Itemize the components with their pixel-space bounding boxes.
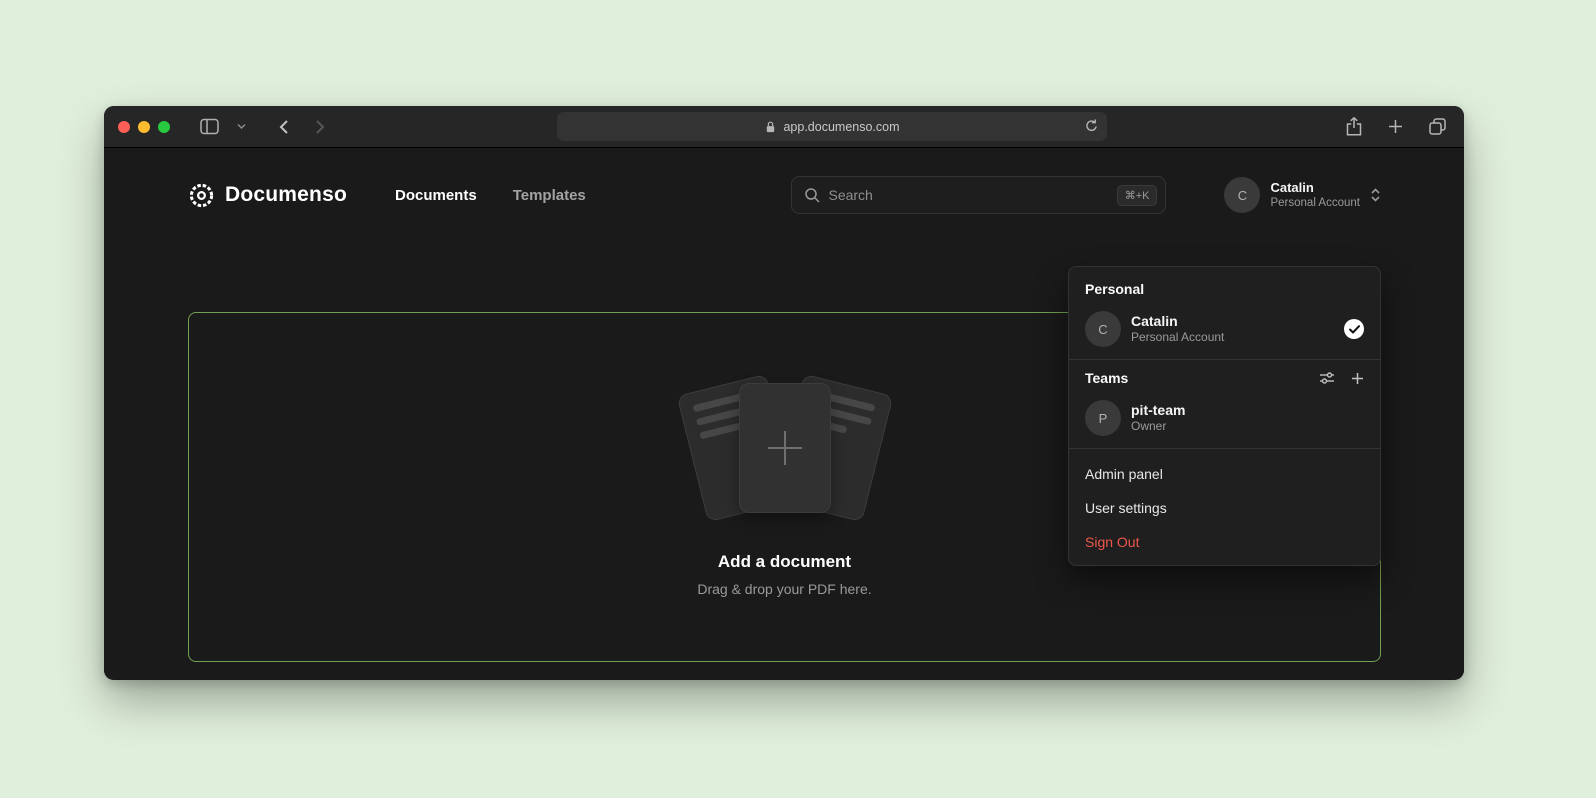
close-window-button[interactable]	[118, 121, 130, 133]
sliders-icon	[1319, 371, 1335, 385]
forward-button[interactable]	[311, 115, 330, 139]
chevron-left-icon	[278, 119, 289, 135]
tab-group-chevron-button[interactable]	[233, 119, 250, 134]
search-input[interactable]	[828, 187, 1108, 203]
tab-overview-button[interactable]	[1425, 113, 1450, 140]
chevron-up-down-icon	[1370, 187, 1381, 203]
personal-avatar: C	[1085, 311, 1121, 347]
menu-divider	[1069, 448, 1380, 449]
plus-icon	[1388, 119, 1403, 134]
url-text: app.documenso.com	[783, 120, 899, 134]
menu-divider	[1069, 359, 1380, 360]
personal-section-label: Personal	[1069, 277, 1380, 305]
app-header: Documenso Documents Templates ⌘+K C Cata…	[104, 148, 1464, 242]
chevron-right-icon	[315, 119, 326, 135]
add-document-card	[739, 383, 831, 513]
documenso-logo-icon	[188, 182, 215, 209]
minimize-window-button[interactable]	[138, 121, 150, 133]
create-team-button[interactable]	[1351, 372, 1364, 385]
sidebar-icon	[200, 118, 219, 135]
main-nav: Documents Templates	[395, 187, 586, 204]
share-button[interactable]	[1342, 113, 1366, 140]
nav-documents[interactable]: Documents	[395, 187, 477, 204]
team-item-role: Owner	[1131, 419, 1364, 435]
address-bar[interactable]: app.documenso.com	[557, 112, 1107, 141]
browser-titlebar: app.documenso.com	[104, 106, 1464, 148]
team-item-pit-team[interactable]: P pit-team Owner	[1073, 394, 1376, 446]
chevron-down-icon	[237, 123, 246, 130]
account-menu-trigger[interactable]: C Catalin Personal Account	[1224, 177, 1381, 213]
teams-section-label: Teams	[1085, 370, 1128, 386]
documenso-page: Documenso Documents Templates ⌘+K C Cata…	[104, 148, 1464, 679]
team-avatar: P	[1085, 400, 1121, 436]
manage-teams-button[interactable]	[1319, 371, 1335, 385]
personal-item-name: Catalin	[1131, 312, 1334, 330]
personal-item-type: Personal Account	[1131, 330, 1334, 346]
menu-item-admin-panel[interactable]: Admin panel	[1069, 457, 1380, 491]
selected-check-icon	[1344, 319, 1364, 339]
plus-icon	[1351, 372, 1364, 385]
team-item-name: pit-team	[1131, 401, 1364, 419]
account-dropdown-menu: Personal C Catalin Personal Account Team…	[1068, 266, 1381, 566]
lock-icon	[764, 120, 777, 134]
search-shortcut-badge: ⌘+K	[1117, 185, 1158, 206]
titlebar-right-controls	[1342, 113, 1450, 140]
account-name: Catalin	[1270, 180, 1313, 196]
document-stack-illustration	[675, 377, 895, 522]
account-avatar: C	[1224, 177, 1260, 213]
plus-icon	[740, 384, 830, 512]
menu-item-user-settings[interactable]: User settings	[1069, 491, 1380, 525]
zoom-window-button[interactable]	[158, 121, 170, 133]
new-tab-button[interactable]	[1384, 113, 1407, 140]
back-button[interactable]	[274, 115, 293, 139]
teams-section-header: Teams	[1069, 368, 1380, 394]
reload-button[interactable]	[1085, 118, 1098, 135]
dropzone-subtitle: Drag & drop your PDF here.	[697, 581, 871, 597]
reload-icon	[1085, 118, 1098, 132]
brand-name: Documenso	[225, 183, 347, 207]
personal-account-item[interactable]: C Catalin Personal Account	[1073, 305, 1376, 357]
nav-templates[interactable]: Templates	[513, 187, 586, 204]
dropzone-title: Add a document	[718, 552, 851, 572]
search-icon	[804, 187, 820, 203]
search-box[interactable]: ⌘+K	[791, 176, 1166, 214]
tabs-icon	[1429, 118, 1446, 135]
account-type: Personal Account	[1270, 196, 1360, 210]
window-controls	[118, 121, 170, 133]
sidebar-toggle-button[interactable]	[196, 114, 223, 139]
browser-window: app.documenso.com	[104, 106, 1464, 680]
menu-item-sign-out[interactable]: Sign Out	[1069, 525, 1380, 559]
brand[interactable]: Documenso	[188, 182, 347, 209]
share-icon	[1346, 117, 1362, 136]
